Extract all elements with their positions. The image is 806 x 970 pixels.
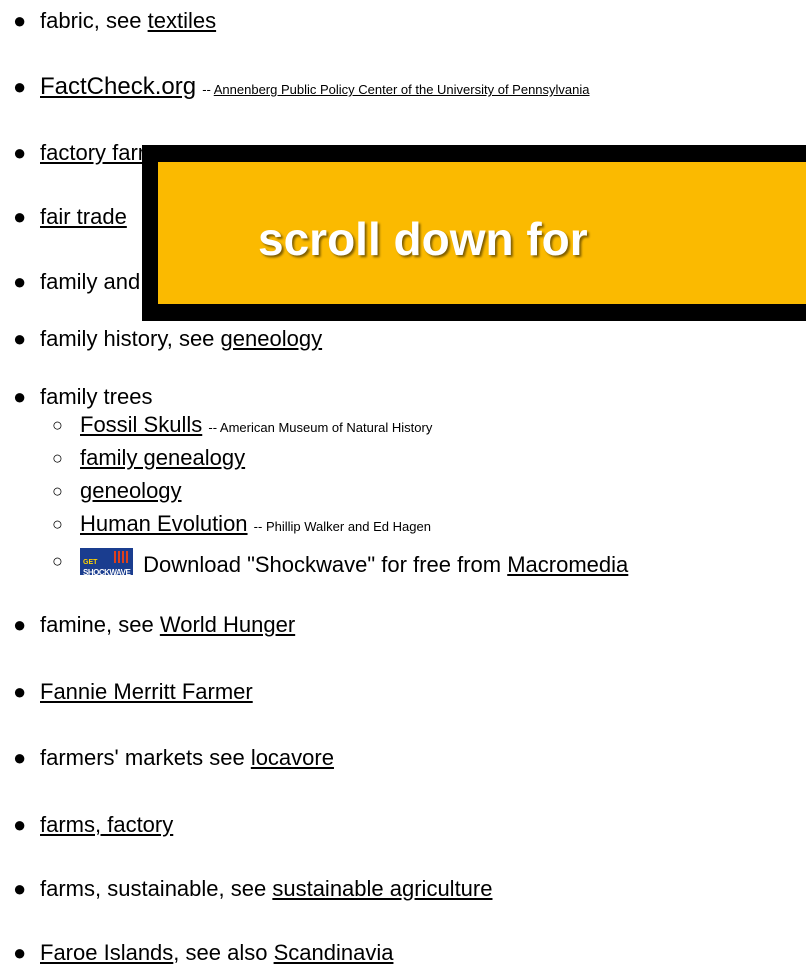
list-item: ● Fannie Merritt Farmer xyxy=(13,679,253,705)
scandinavia-link[interactable]: Scandinavia xyxy=(274,940,394,965)
world-hunger-link[interactable]: World Hunger xyxy=(160,612,295,637)
circle-bullet: ○ xyxy=(52,415,63,435)
list-item: ● FactCheck.org -- Annenberg Public Poli… xyxy=(13,73,590,100)
factcheck-link[interactable]: FactCheck.org xyxy=(40,73,196,100)
bullet: ● xyxy=(13,679,27,704)
scroll-banner: scroll down for xyxy=(142,145,806,321)
bullet: ● xyxy=(13,326,27,351)
list-item: ● farms, factory xyxy=(13,812,173,838)
farms-factory-link[interactable]: farms, factory xyxy=(40,812,173,837)
textiles-link[interactable]: textiles xyxy=(148,8,216,33)
list-item: ● famine, see World Hunger xyxy=(13,612,296,637)
bullet: ● xyxy=(13,204,27,229)
bullet: ● xyxy=(13,745,27,770)
family-genealogy-link[interactable]: family genealogy xyxy=(80,445,245,470)
scroll-banner-inner: scroll down for xyxy=(158,162,806,304)
locavore-link[interactable]: locavore xyxy=(251,745,334,770)
bullet: ● xyxy=(13,876,27,901)
bars-icon xyxy=(114,551,130,563)
human-evolution-link[interactable]: Human Evolution xyxy=(80,511,248,536)
list-item: ● family history, see geneology xyxy=(13,326,323,351)
fossil-skulls-link[interactable]: Fossil Skulls xyxy=(80,412,202,437)
bullet: ● xyxy=(13,812,27,837)
list-item: ● Faroe Islands, see also Scandinavia xyxy=(13,940,394,965)
list-item: ● family trees xyxy=(13,384,153,409)
faroe-islands-link[interactable]: Faroe Islands xyxy=(40,940,173,965)
fair-trade-link[interactable]: fair trade xyxy=(40,204,127,229)
annenberg-link[interactable]: Annenberg Public Policy Center of the Un… xyxy=(214,82,590,97)
list-item: ● family and xyxy=(13,269,141,294)
sub-list-item: ○ Fossil Skulls -- American Museum of Na… xyxy=(52,412,433,437)
sub-list-item: ○ geneology xyxy=(52,478,182,504)
geneology-sub-link[interactable]: geneology xyxy=(80,478,182,503)
bullet: ● xyxy=(13,612,27,637)
bullet: ● xyxy=(13,940,27,965)
bullet: ● xyxy=(13,140,27,165)
geneology-link[interactable]: geneology xyxy=(221,326,323,351)
scroll-banner-text: scroll down for xyxy=(258,213,588,265)
circle-bullet: ○ xyxy=(52,551,63,571)
list-item: ● fair trade xyxy=(13,204,127,230)
bullet: ● xyxy=(13,384,27,409)
bullet: ● xyxy=(13,74,27,99)
shockwave-badge-icon[interactable]: GET SHOCKWAVE xyxy=(80,548,133,575)
list-item: ● fabric, see textiles xyxy=(13,8,217,33)
macromedia-link[interactable]: Macromedia xyxy=(507,552,628,577)
circle-bullet: ○ xyxy=(52,448,63,468)
sub-list-item: ○ Human Evolution -- Phillip Walker and … xyxy=(52,511,431,536)
circle-bullet: ○ xyxy=(52,481,63,501)
list-item: ● farms, sustainable, see sustainable ag… xyxy=(13,876,493,901)
circle-bullet: ○ xyxy=(52,514,63,534)
sustainable-agriculture-link[interactable]: sustainable agriculture xyxy=(272,876,492,901)
list-item: ● farmers' markets see locavore xyxy=(13,745,334,770)
bullet: ● xyxy=(13,269,27,294)
fannie-farmer-link[interactable]: Fannie Merritt Farmer xyxy=(40,679,253,704)
sub-list-item: ○ family genealogy xyxy=(52,445,245,471)
sub-list-item: ○ GET SHOCKWAVE Download "Shockwave" for… xyxy=(52,548,628,578)
bullet: ● xyxy=(13,8,27,33)
